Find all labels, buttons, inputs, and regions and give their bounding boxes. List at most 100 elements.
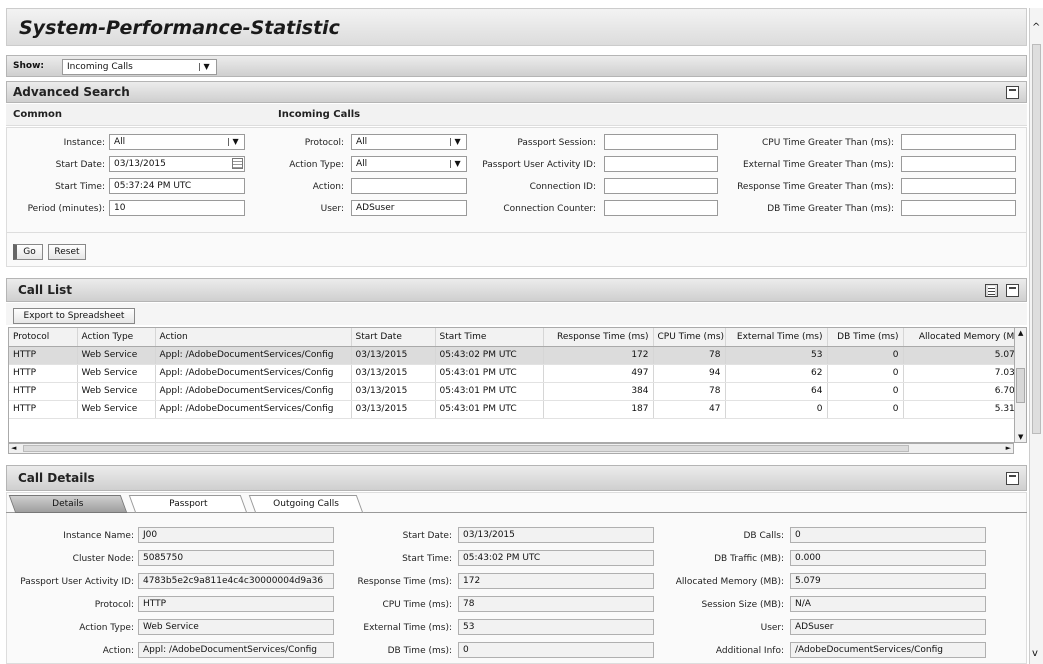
call-list-header: [6, 278, 1027, 302]
scroll-left-icon[interactable]: ◄: [11, 444, 16, 452]
table-row[interactable]: HTTP Web Service Appl: /AdobeDocumentServi…: [9, 400, 1014, 419]
scroll-up-icon[interactable]: ▲: [1018, 329, 1023, 337]
user-detail-label: User:: [760, 623, 784, 633]
col-header[interactable]: Start Time: [435, 328, 544, 347]
export-label: Export to Spreadsheet: [23, 311, 125, 321]
db-traffic-value: 0.000: [795, 553, 821, 563]
chevron-down-icon[interactable]: | ▼: [192, 60, 216, 74]
ext-gt-input[interactable]: [901, 156, 1016, 172]
connection-id-label: Connection ID:: [529, 182, 596, 192]
col-header[interactable]: CPU Time (ms): [653, 328, 726, 347]
tab-passport[interactable]: Passport: [128, 495, 248, 513]
connection-id-input[interactable]: [604, 178, 718, 194]
tab-details[interactable]: Details: [8, 495, 128, 513]
action-detail-field: Appl: /AdobeDocumentServices/Config: [138, 642, 334, 658]
scroll-down-icon[interactable]: v: [1032, 648, 1038, 659]
call-list-table: Protocol Action Type Action Start Date S…: [9, 328, 1014, 419]
db-traffic-label: DB Traffic (MB):: [714, 554, 784, 564]
calendar-icon[interactable]: [232, 158, 243, 169]
table-row[interactable]: HTTP Web Service Appl: /AdobeDocumentServi…: [9, 346, 1014, 365]
user-label: User:: [320, 204, 344, 214]
col-header[interactable]: Protocol: [9, 328, 78, 347]
cpu-gt-label: CPU Time Greater Than (ms):: [762, 138, 894, 148]
action-type-detail-field: Web Service: [138, 619, 334, 635]
cell: 0: [827, 382, 904, 401]
user-input[interactable]: ADSuser: [351, 200, 467, 216]
collapse-icon[interactable]: [1006, 86, 1019, 99]
collapse-icon[interactable]: [1006, 284, 1019, 297]
period-input[interactable]: 10: [109, 200, 245, 216]
passport-session-input[interactable]: [604, 134, 718, 150]
call-list-toolbar: [6, 303, 1027, 325]
db-gt-input[interactable]: [901, 200, 1016, 216]
col-header[interactable]: Response Time (ms): [543, 328, 654, 347]
scroll-down-icon[interactable]: ▼: [1018, 433, 1023, 441]
col-header[interactable]: Allocated Memory (MB: [903, 328, 1014, 347]
col-header[interactable]: Action: [155, 328, 352, 347]
reset-label: Reset: [54, 247, 80, 257]
start-date-label: Start Date:: [55, 160, 105, 170]
col-header[interactable]: Action Type: [77, 328, 156, 347]
instance-select[interactable]: All | ▼: [109, 134, 245, 150]
table-hscrollbar[interactable]: ◄ ►: [8, 443, 1014, 454]
go-button[interactable]: Go: [13, 244, 43, 260]
call-list-table-wrap: Protocol Action Type Action Start Date S…: [8, 327, 1015, 443]
user-detail-value: ADSuser: [795, 622, 834, 632]
col-header[interactable]: External Time (ms): [725, 328, 828, 347]
instance-name-field: J00: [138, 527, 334, 543]
cell: 0: [827, 364, 904, 383]
scroll-thumb[interactable]: [23, 445, 909, 452]
scroll-thumb[interactable]: [1032, 44, 1041, 434]
col-header[interactable]: DB Time (ms): [827, 328, 904, 347]
passport-user-label: Passport User Activity ID:: [482, 160, 596, 170]
instance-name-value: J00: [143, 530, 158, 540]
scroll-thumb[interactable]: [1016, 368, 1025, 403]
table-vscrollbar[interactable]: ▲ ▼: [1014, 327, 1027, 443]
protocol-label: Protocol:: [304, 138, 344, 148]
additional-info-label: Additional Info:: [715, 646, 784, 656]
action-type-select[interactable]: All | ▼: [351, 156, 467, 172]
external-time-field: 53: [458, 619, 654, 635]
chevron-down-icon[interactable]: | ▼: [222, 135, 244, 149]
action-detail-label: Action:: [102, 646, 134, 656]
show-select[interactable]: Incoming Calls | ▼: [62, 59, 217, 75]
start-time-detail-field: 05:43:02 PM UTC: [458, 550, 654, 566]
table-row[interactable]: HTTP Web Service Appl: /AdobeDocumentServi…: [9, 364, 1014, 383]
action-input[interactable]: [351, 178, 467, 194]
tab-outgoing-calls[interactable]: Outgoing Calls: [248, 495, 364, 513]
advanced-search-title: Advanced Search: [13, 85, 130, 99]
collapse-icon[interactable]: [1006, 472, 1019, 485]
scroll-up-icon[interactable]: ^: [1032, 22, 1040, 33]
table-row[interactable]: HTTP Web Service Appl: /AdobeDocumentServi…: [9, 382, 1014, 401]
start-time-input[interactable]: 05:37:24 PM UTC: [109, 178, 245, 194]
instance-label: Instance:: [63, 138, 105, 148]
protocol-detail-field: HTTP: [138, 596, 334, 612]
resp-gt-input[interactable]: [901, 178, 1016, 194]
call-details-header: [6, 465, 1027, 491]
tab-label: Details: [52, 499, 84, 509]
external-time-label: External Time (ms):: [363, 623, 452, 633]
resp-gt-label: Response Time Greater Than (ms):: [737, 182, 894, 192]
start-date-input[interactable]: 03/13/2015: [109, 156, 245, 172]
cell: 03/13/2015: [351, 364, 436, 383]
window-scrollbar[interactable]: ^ v: [1029, 8, 1043, 664]
export-button[interactable]: Export to Spreadsheet: [13, 308, 135, 324]
passport-session-label: Passport Session:: [517, 138, 596, 148]
common-title: Common: [13, 109, 63, 120]
protocol-select[interactable]: All | ▼: [351, 134, 467, 150]
passport-user-input[interactable]: [604, 156, 718, 172]
page-title: System-Performance-Statistic: [19, 17, 340, 39]
scroll-right-icon[interactable]: ►: [1006, 444, 1011, 452]
settings-icon[interactable]: [985, 284, 998, 297]
col-header[interactable]: Start Date: [351, 328, 436, 347]
tab-label: Passport: [168, 499, 208, 509]
cpu-gt-input[interactable]: [901, 134, 1016, 150]
session-size-field: N/A: [790, 596, 986, 612]
db-calls-value: 0: [795, 530, 801, 540]
reset-button[interactable]: Reset: [48, 244, 86, 260]
cell: 5.310: [903, 400, 1014, 419]
cell: Web Service: [77, 364, 156, 383]
table-header-row: Protocol Action Type Action Start Date S…: [9, 328, 1014, 347]
cell: 05:43:01 PM UTC: [435, 382, 544, 401]
connection-counter-input[interactable]: [604, 200, 718, 216]
